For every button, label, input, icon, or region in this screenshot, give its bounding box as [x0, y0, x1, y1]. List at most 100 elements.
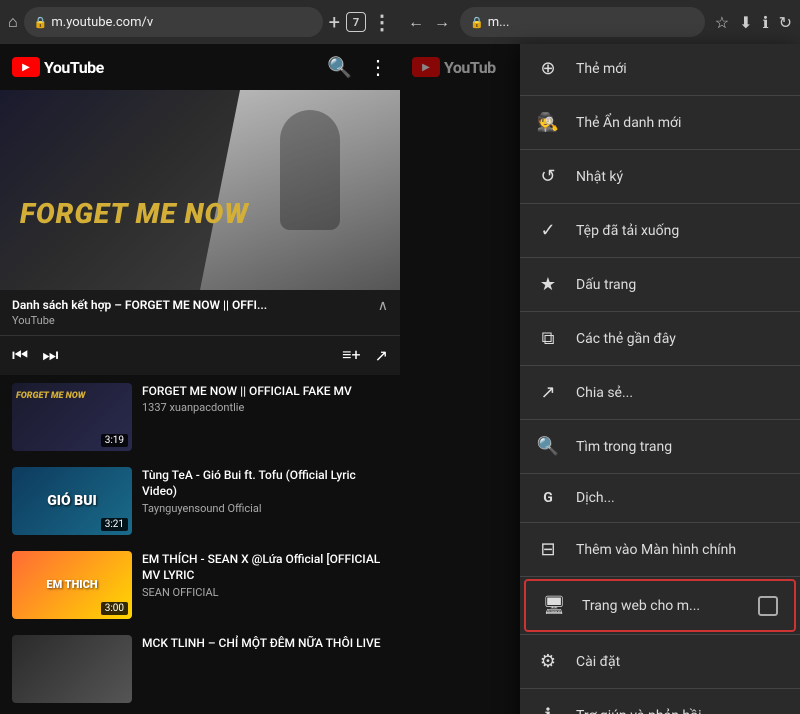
- menu-divider-5: [520, 311, 800, 312]
- menu-text-share: Chia sẻ...: [576, 385, 784, 401]
- menu-item-settings[interactable]: ⚙ Cài đặt: [520, 637, 800, 686]
- incognito-icon: 🕵: [536, 112, 560, 133]
- add-to-queue-icon[interactable]: ≡+: [342, 345, 360, 365]
- menu-divider-9: [520, 522, 800, 523]
- new-tab-icon: ⊕: [536, 58, 560, 79]
- menu-text-add-homescreen: Thêm vào Màn hình chính: [576, 542, 784, 558]
- menu-text-downloads: Tệp đã tải xuống: [576, 223, 784, 239]
- expand-icon[interactable]: ∧: [378, 298, 388, 314]
- list-item[interactable]: GIÓ BUI 3:21 Tùng TeA - Gió Bui ft. Tofu…: [0, 459, 400, 543]
- thumb-duration-2: 3:21: [101, 518, 128, 531]
- menu-text-find: Tìm trong trang: [576, 439, 784, 455]
- yt-logo-right: YouTub: [412, 57, 496, 77]
- star-icon[interactable]: ☆: [715, 13, 729, 32]
- thumb-label-1: FORGET ME NOW: [16, 391, 85, 401]
- menu-item-history[interactable]: ↺ Nhật ký: [520, 152, 800, 201]
- menu-item-the-moi[interactable]: ⊕ Thẻ mới: [520, 44, 800, 93]
- video-thumb-3: EM THICH 3:00: [12, 551, 132, 619]
- download-icon[interactable]: ⬇: [739, 13, 752, 32]
- url-text-left: m.youtube.com/v: [51, 15, 153, 30]
- thumb-duration-3: 3:00: [101, 602, 128, 615]
- menu-item-help[interactable]: ℹ Trợ giúp và phản hồi: [520, 691, 800, 714]
- search-icon-left[interactable]: 🔍: [327, 55, 352, 79]
- list-item[interactable]: MCK TLINH – CHỈ MỘT ĐÊM NỮA THÔI LIVE: [0, 627, 400, 711]
- menu-divider-12: [520, 688, 800, 689]
- prev-icon[interactable]: ⏮: [12, 345, 28, 366]
- yt-logo-text-left: YouTube: [44, 58, 104, 77]
- left-panel: ⌂ 🔒 m.youtube.com/v + 7 ⋮ YouTube 🔍 ⋮ FO…: [0, 0, 400, 714]
- info-icon[interactable]: ℹ: [763, 13, 769, 32]
- desktop-site-checkbox[interactable]: [758, 596, 778, 616]
- playlist-info: Danh sách kết hợp – FORGET ME NOW || OFF…: [12, 298, 267, 327]
- bookmarks-icon: ★: [536, 274, 560, 295]
- menu-text-recent-tabs: Các thẻ gần đây: [576, 331, 784, 347]
- translate-icon: G: [536, 490, 560, 506]
- playlist-title[interactable]: Danh sách kết hợp – FORGET ME NOW || OFF…: [12, 298, 267, 314]
- back-icon[interactable]: ←: [408, 12, 424, 32]
- menu-divider-2: [520, 149, 800, 150]
- menu-item-desktop-site[interactable]: 🖥 Trang web cho m...: [524, 579, 796, 632]
- playlist-sub: YouTube: [12, 314, 267, 327]
- more-icon-left[interactable]: ⋮: [368, 55, 388, 79]
- url-text-right: m...: [488, 15, 510, 30]
- menu-item-recent-tabs[interactable]: ⧉ Các thẻ gần đây: [520, 314, 800, 363]
- menu-text-the-moi: Thẻ mới: [576, 61, 784, 77]
- desktop-site-icon: 🖥: [542, 595, 566, 616]
- menu-text-history: Nhật ký: [576, 169, 784, 185]
- yt-app-bar-left: YouTube 🔍 ⋮: [0, 44, 400, 90]
- menu-divider-3: [520, 203, 800, 204]
- menu-divider-10: [520, 576, 800, 577]
- refresh-icon[interactable]: ↻: [779, 13, 792, 32]
- downloads-icon: ✓: [536, 220, 560, 241]
- menu-divider-11: [520, 634, 800, 635]
- menu-item-incognito[interactable]: 🕵 Thẻ Ẩn danh mới: [520, 98, 800, 147]
- video-thumb-2: GIÓ BUI 3:21: [12, 467, 132, 535]
- find-icon: 🔍: [536, 436, 560, 457]
- menu-text-bookmarks: Dấu trang: [576, 277, 784, 293]
- menu-item-add-homescreen[interactable]: ⊟ Thêm vào Màn hình chính: [520, 525, 800, 574]
- thumb-label-2: GIÓ BUI: [47, 493, 97, 509]
- video-channel-1: 1337 xuanpacdontlie: [142, 401, 388, 414]
- tab-count[interactable]: 7: [346, 12, 366, 32]
- video-title-4: MCK TLINH – CHỈ MỘT ĐÊM NỮA THÔI LIVE: [142, 635, 388, 652]
- video-title-1: FORGET ME NOW || OFFICIAL FAKE MV: [142, 383, 388, 400]
- player-controls: ⏮ ⏭ ≡+ ↗: [0, 335, 400, 375]
- address-bar-left[interactable]: 🔒 m.youtube.com/v: [24, 7, 323, 37]
- video-channel-3: SEAN OFFICIAL: [142, 586, 388, 599]
- yt-logo-text-right: YouTub: [444, 58, 496, 77]
- thumb-duration-1: 3:19: [101, 434, 128, 447]
- menu-text-incognito: Thẻ Ẩn danh mới: [576, 115, 784, 131]
- left-browser-bar: ⌂ 🔒 m.youtube.com/v + 7 ⋮: [0, 0, 400, 44]
- history-icon: ↺: [536, 166, 560, 187]
- menu-item-translate[interactable]: G Dịch...: [520, 476, 800, 520]
- menu-text-desktop-site: Trang web cho m...: [582, 598, 742, 614]
- forward-icon[interactable]: →: [434, 12, 450, 32]
- yt-icon-right: [412, 57, 440, 77]
- menu-text-settings: Cài đặt: [576, 654, 784, 670]
- context-menu: ⊕ Thẻ mới 🕵 Thẻ Ẩn danh mới ↺ Nhật ký ✓ …: [520, 44, 800, 714]
- video-thumb-1: FORGET ME NOW 3:19: [12, 383, 132, 451]
- menu-item-share[interactable]: ↗ Chia sẻ...: [520, 368, 800, 417]
- video-title-2: Tùng TeA - Gió Bui ft. Tofu (Official Ly…: [142, 467, 388, 501]
- menu-divider-6: [520, 365, 800, 366]
- menu-item-find[interactable]: 🔍 Tìm trong trang: [520, 422, 800, 471]
- list-item[interactable]: EM THICH 3:00 EM THÍCH - SEAN X @Lứa Off…: [0, 543, 400, 627]
- address-bar-right[interactable]: 🔒 m...: [460, 7, 705, 37]
- next-icon[interactable]: ⏭: [42, 345, 58, 366]
- more-menu-icon-left[interactable]: ⋮: [372, 10, 392, 34]
- right-panel: ← → 🔒 m... ☆ ⬇ ℹ ↻ YouTub ⊕ Thẻ mới 🕵 Th…: [400, 0, 800, 714]
- list-item[interactable]: FORGET ME NOW 3:19 FORGET ME NOW || OFFI…: [0, 375, 400, 459]
- menu-item-downloads[interactable]: ✓ Tệp đã tải xuống: [520, 206, 800, 255]
- home-icon[interactable]: ⌂: [8, 12, 18, 32]
- video-info-2: Tùng TeA - Gió Bui ft. Tofu (Official Ly…: [142, 467, 388, 516]
- share-icon[interactable]: ↗: [375, 346, 388, 365]
- add-tab-icon[interactable]: +: [329, 10, 340, 34]
- yt-icon-left: [12, 57, 40, 77]
- video-channel-2: Taynguyensound Official: [142, 502, 388, 515]
- menu-item-bookmarks[interactable]: ★ Dấu trang: [520, 260, 800, 309]
- person-silhouette: [280, 110, 340, 230]
- share-menu-icon: ↗: [536, 382, 560, 403]
- menu-divider-1: [520, 95, 800, 96]
- yt-logo-left[interactable]: YouTube: [12, 57, 104, 77]
- add-homescreen-icon: ⊟: [536, 539, 560, 560]
